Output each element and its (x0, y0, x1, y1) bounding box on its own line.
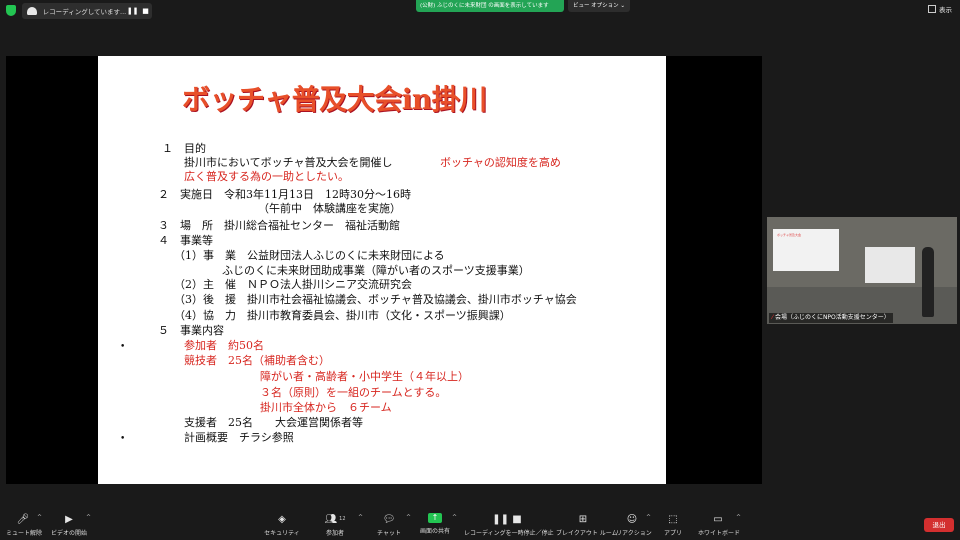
chat-button[interactable]: 💬︎ チャット (374, 513, 404, 538)
mute-button[interactable]: 🎤︎ ミュート解除 (6, 513, 43, 538)
breakout-icon: ⊞ (578, 513, 588, 525)
slide-title: ボッチャ普及大会in掛川 (182, 83, 487, 116)
recording-label: レコーディングを一時停止／停止 (464, 530, 554, 537)
mute-label: ミュート解除 (6, 530, 43, 537)
whiteboard-label: ホワイトボード (698, 530, 741, 537)
stop-icon[interactable]: ■ (139, 5, 152, 17)
cloud-icon (27, 7, 37, 15)
slide-line: ４ 事業等 (158, 234, 213, 247)
chat-icon: 💬︎ (382, 513, 396, 525)
slide-line: ５ 事業内容 (158, 324, 224, 337)
recording-control-button[interactable]: ❚❚ ■ レコーディングを一時停止／停止 (464, 513, 554, 538)
slide-line: ふじのくに未来財団助成事業（障がい者のスポーツ支援事業） (222, 264, 530, 277)
chevron-up-icon[interactable]: ^ (736, 514, 741, 521)
chat-label: チャット (377, 530, 401, 537)
display-label: 表示 (939, 6, 952, 14)
slide-line-red: 参加者 約50名 (184, 339, 264, 352)
muted-mic-icon: ⁄ (772, 314, 774, 321)
slide-line-red: 掛川市全体から ６チーム (260, 401, 392, 414)
video-off-icon: ▶︎ (65, 513, 73, 525)
top-bar: レコーディングしています... ❚❚ ■ (公財) ふじのくに未来財団 の画面を… (0, 0, 960, 22)
slide-line: （1）事 業 公益財団法人ふじのくに未来財団による (174, 249, 445, 262)
view-options-button[interactable]: ビュー オプション ⌄ (568, 0, 630, 12)
chevron-up-icon[interactable]: ^ (646, 514, 651, 521)
grid-icon (928, 5, 936, 13)
slide-line: 掛川市においてボッチャ普及大会を開催し (184, 156, 393, 169)
recording-status: レコーディングしています... (42, 8, 127, 16)
chevron-up-icon[interactable]: ^ (452, 514, 457, 521)
apps-label: アプリ (663, 530, 682, 537)
security-label: セキュリティ (264, 530, 300, 537)
slide-line: ３ 場 所 掛川総合福祉センター 福祉活動館 (158, 219, 400, 232)
reactions-label: リアクション (616, 530, 652, 537)
slide-line: 計画概要 チラシ参照 (184, 431, 294, 444)
recording-indicator: レコーディングしています... ❚❚ ■ (22, 3, 152, 19)
screen-share-banner: (公財) ふじのくに未来財団 の画面を表示しています (416, 0, 564, 12)
slide-line-red: 競技者 25名（補助者含む） (184, 354, 330, 367)
breakout-rooms-button[interactable]: ⊞ ブレイクアウト ルーム (556, 513, 618, 538)
people-icon: 👥︎ 12 (324, 513, 346, 525)
participants-count: 12 (339, 516, 346, 522)
whiteboard-button[interactable]: ▭ ホワイトボード (698, 513, 741, 538)
slide-line-red: 広く普及する為の一助としたい。 (184, 170, 349, 183)
participant-name: 会場（ふじのくにNPO活動支援センター） (774, 314, 890, 321)
slide-line: （2）主 催 ＮＰＯ法人掛川シニア交流研究会 (174, 278, 412, 291)
security-button[interactable]: ◈ セキュリティ (264, 513, 300, 538)
presentation-slide: ボッチャ普及大会in掛川 １ 目的 掛川市においてボッチャ普及大会を開催し ボッ… (98, 56, 666, 484)
slide-line: ２ 実施日 令和3年11月13日 12時30分～16時 (158, 188, 411, 201)
slide-line-red: 障がい者・高齢者・小中学生（４年以上） (260, 370, 469, 383)
smiley-icon: ☺ (626, 513, 638, 525)
projector-screen: ボッチャ普及大会 (773, 229, 839, 271)
meeting-toolbar: 🎤︎ ミュート解除 ^ ▶︎ ビデオの開始 ^ ◈ セキュリティ 👥︎ 12 参加… (0, 510, 960, 540)
share-label: 画面の共有 (419, 528, 450, 535)
display-stand (865, 247, 915, 283)
apps-icon: ⬚ (668, 513, 678, 525)
apps-button[interactable]: ⬚ アプリ (660, 513, 686, 538)
share-screen-button[interactable]: ↑ 画面の共有 (418, 513, 452, 535)
participant-name-label: ⁄ 会場（ふじのくにNPO活動支援センター） (769, 313, 893, 323)
pause-stop-icon: ❚❚ ■ (492, 513, 522, 525)
share-screen-icon: ↑ (428, 513, 442, 523)
mic-muted-icon: 🎤︎ (16, 513, 30, 525)
participants-button[interactable]: 👥︎ 12 参加者 (318, 513, 352, 538)
slide-line: （4）協 力 掛川市教育委員会、掛川市（文化・スポーツ振興課） (174, 309, 511, 322)
shield-icon: ◈ (278, 513, 286, 525)
shield-icon[interactable] (6, 5, 16, 16)
projected-title: ボッチャ普及大会 (777, 233, 801, 237)
reactions-button[interactable]: ☺ リアクション (616, 513, 652, 538)
participants-label: 参加者 (325, 530, 344, 537)
slide-line-red: ボッチャの認知度を高め (440, 156, 561, 169)
start-video-button[interactable]: ▶︎ ビデオの開始 (50, 513, 88, 538)
slide-line: （3）後 援 掛川市社会福祉協議会、ボッチャ普及協議会、掛川市ボッチャ協会 (174, 293, 577, 306)
chevron-up-icon[interactable]: ^ (358, 514, 363, 521)
slide-line: １ 目的 (162, 142, 206, 155)
slide-line: （午前中 体験講座を実施） (258, 202, 401, 215)
video-label: ビデオの開始 (50, 530, 87, 537)
slide-line-red: ３名（原則）を一組のチームとする。 (260, 386, 447, 399)
chevron-up-icon[interactable]: ^ (406, 514, 411, 521)
chevron-up-icon[interactable]: ^ (86, 514, 91, 521)
display-button[interactable]: 表示 (928, 4, 952, 14)
slide-line: 支援者 25名 大会運営関係者等 (184, 416, 363, 429)
whiteboard-icon: ▭ (713, 513, 723, 525)
breakout-label: ブレイクアウト ルーム (556, 530, 618, 537)
presenter-figure (922, 247, 934, 317)
pause-icon[interactable]: ❚❚ (126, 5, 139, 17)
bullet: • (120, 342, 126, 352)
chevron-up-icon[interactable]: ^ (37, 514, 42, 521)
bullet: • (120, 434, 126, 444)
leave-button[interactable]: 退出 (924, 518, 954, 532)
participant-video[interactable]: ボッチャ普及大会 ⁄ 会場（ふじのくにNPO活動支援センター） (767, 217, 957, 324)
